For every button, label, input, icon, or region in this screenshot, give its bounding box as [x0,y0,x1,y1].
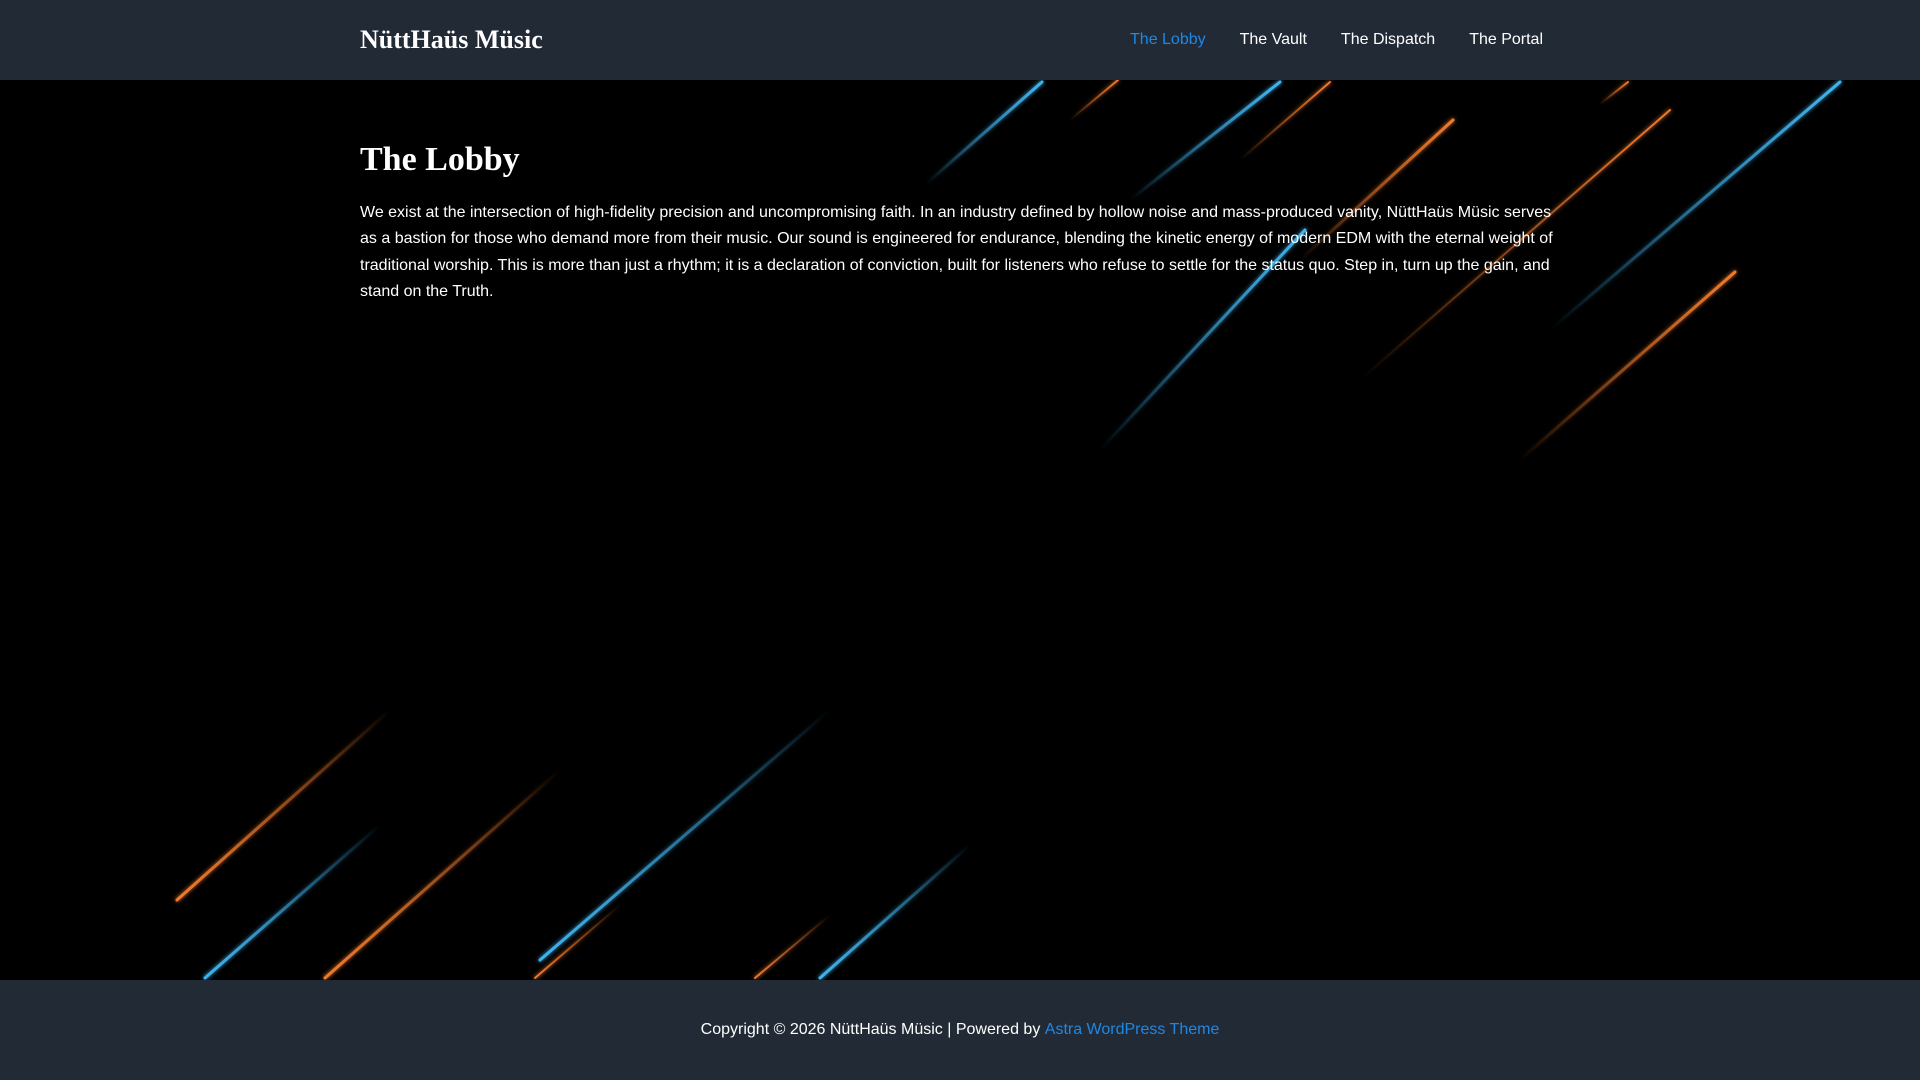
main-content-area: The Lobby We exist at the intersection o… [0,80,1920,980]
light-streak [534,904,621,979]
page-title: The Lobby [360,141,520,178]
light-streak [323,768,562,980]
light-streak [203,823,382,980]
site-title-link[interactable]: NüttHaüs Müsic [360,0,543,80]
site-header: NüttHaüs Müsic The Lobby The Vault The D… [0,0,1920,80]
footer-theme-link[interactable]: Astra WordPress Theme [1045,1021,1220,1039]
nav-item-the-portal[interactable]: The Portal [1469,31,1543,49]
nav-item-the-vault[interactable]: The Vault [1240,31,1307,49]
nav-item-the-lobby[interactable]: The Lobby [1130,31,1206,49]
light-streak [754,914,831,979]
light-streak [175,708,392,902]
page-content: The Lobby We exist at the intersection o… [360,80,1556,305]
site-footer: Copyright © 2026 NüttHaüs Müsic | Powere… [0,980,1920,1080]
footer-copyright: Copyright © 2026 NüttHaüs Müsic | Powere… [700,1021,1041,1038]
light-streak [818,843,972,980]
light-streak [1548,80,1842,332]
light-streak [1599,81,1629,105]
nav-item-the-dispatch[interactable]: The Dispatch [1341,31,1435,49]
light-streak [538,708,832,962]
primary-navigation: The Lobby The Vault The Dispatch The Por… [1130,0,1543,80]
page-body-text: We exist at the intersection of high-fid… [360,204,1553,300]
